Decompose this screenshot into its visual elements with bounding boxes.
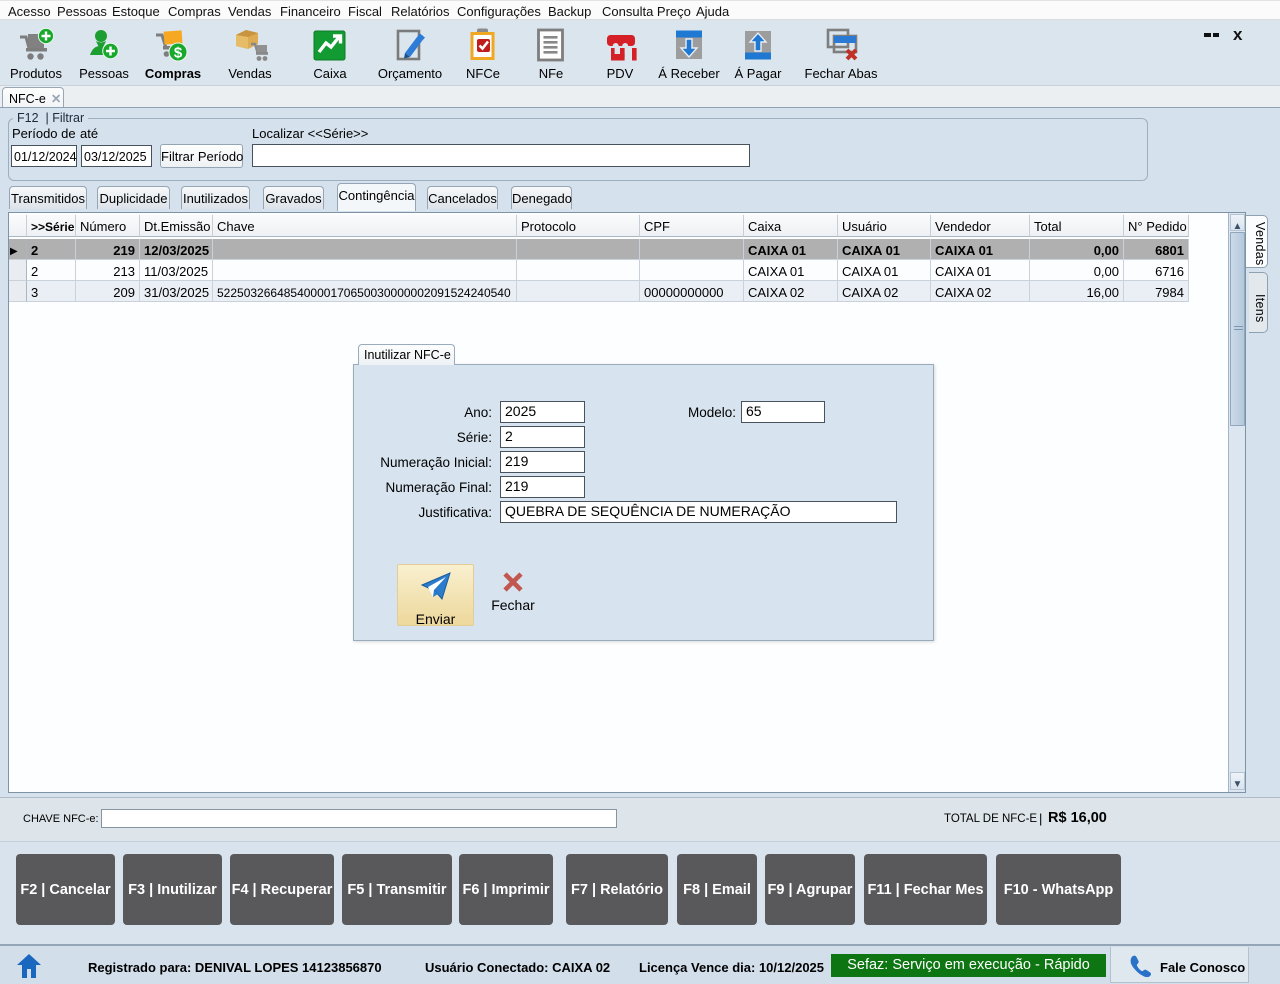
svg-text:$: $ — [174, 45, 183, 62]
